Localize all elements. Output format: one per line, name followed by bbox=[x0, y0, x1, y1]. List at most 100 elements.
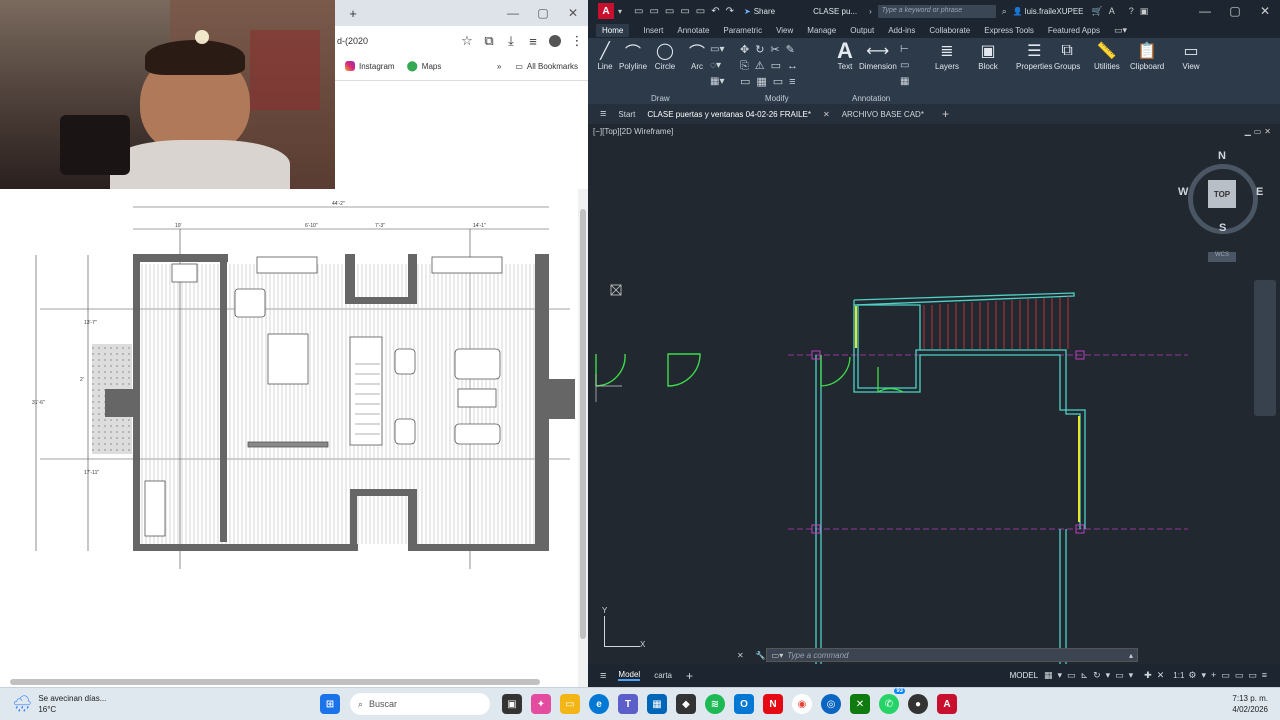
doctab-start[interactable]: Start bbox=[618, 110, 635, 119]
profile-avatar[interactable] bbox=[544, 30, 566, 52]
command-input[interactable]: Type a command bbox=[787, 651, 848, 660]
navigation-bar[interactable] bbox=[1254, 280, 1276, 416]
extensions-icon[interactable]: ⧉ bbox=[478, 30, 500, 52]
star-icon[interactable]: ☆ bbox=[456, 30, 478, 52]
address-bar[interactable]: d-(2020 bbox=[337, 36, 456, 46]
file-explorer-icon[interactable]: ▭ bbox=[560, 694, 580, 714]
command-close-icon[interactable]: ✕ bbox=[737, 651, 744, 660]
properties-button[interactable]: ☰ Properties bbox=[1016, 40, 1052, 71]
acad-minimize-button[interactable]: — bbox=[1190, 4, 1220, 18]
compass-south[interactable]: S bbox=[1219, 222, 1226, 234]
draw-small-tools[interactable]: ▭▾ ◌▾ ▦▾ bbox=[710, 42, 740, 90]
minimize-button[interactable]: — bbox=[498, 6, 528, 20]
workspace-toggles[interactable]: ⚙▾+▭▭▭≡ bbox=[1188, 670, 1272, 681]
maximize-button[interactable]: ▢ bbox=[528, 6, 558, 20]
compass-north[interactable]: N bbox=[1218, 150, 1226, 162]
start-button[interactable]: ⊞ bbox=[320, 694, 340, 714]
drafting-toggles[interactable]: ▦▾▭⊾↻▾▭▾ bbox=[1044, 670, 1138, 681]
playlist-icon[interactable]: ≡ bbox=[522, 30, 544, 52]
tab-collaborate[interactable]: Collaborate bbox=[929, 26, 970, 35]
modify-tools[interactable]: ✥↻✂✎ ⎘⚠▭↔ ▭▦▭≡ bbox=[740, 42, 820, 90]
viewcube[interactable]: N S E W TOP bbox=[1178, 150, 1264, 238]
close-button[interactable]: ✕ bbox=[558, 6, 588, 20]
page-scrollbar-vertical[interactable] bbox=[578, 189, 588, 687]
annotation-small-tools[interactable]: ⊢ ▭ ▦ bbox=[900, 42, 920, 90]
teams-icon[interactable]: T bbox=[618, 694, 638, 714]
compass-west[interactable]: W bbox=[1178, 186, 1188, 198]
hamburger-menu-icon[interactable]: ≡ bbox=[600, 108, 606, 120]
dimension-tool-button[interactable]: ⟷ Dimension bbox=[859, 40, 897, 71]
line-tool-button[interactable]: ╱ Line bbox=[594, 40, 616, 71]
view-button[interactable]: ▭ View bbox=[1180, 40, 1202, 71]
user-account[interactable]: 👤 luis.fraileXUPEE bbox=[1013, 7, 1084, 16]
tab-home[interactable]: Home bbox=[596, 23, 630, 37]
drawing-viewport[interactable]: [−][Top][2D Wireframe] ▁▭✕ N S E W TOP W… bbox=[588, 124, 1280, 664]
compass-east[interactable]: E bbox=[1256, 186, 1263, 198]
add-layout-button[interactable]: + bbox=[686, 669, 693, 683]
menu-icon[interactable]: ⋮ bbox=[566, 30, 588, 52]
annotation-scale[interactable]: 1:1 bbox=[1173, 671, 1184, 680]
tab-insert[interactable]: Insert bbox=[643, 26, 663, 35]
app-cube-icon[interactable]: ◆ bbox=[676, 694, 696, 714]
share-button[interactable]: ➤ Share bbox=[744, 7, 775, 16]
ribbon-toggle-icon[interactable]: ▭▾ bbox=[1114, 25, 1127, 36]
doctab-clase[interactable]: CLASE puertas y ventanas 04-02-26 FRAILE… bbox=[647, 110, 811, 119]
circle-tool-button[interactable]: ◯ Circle bbox=[654, 40, 676, 71]
xbox-icon[interactable]: ✕ bbox=[850, 694, 870, 714]
more-bookmarks-icon[interactable]: » bbox=[497, 62, 501, 71]
layers-button[interactable]: ≣ Layers bbox=[935, 40, 959, 71]
panel-draw-label[interactable]: Draw bbox=[651, 94, 670, 103]
command-history-icon[interactable]: ▭▾ bbox=[772, 651, 784, 660]
edge-icon[interactable]: e bbox=[589, 694, 609, 714]
copilot-icon[interactable]: ✦ bbox=[531, 694, 551, 714]
doctab-archivo[interactable]: ARCHIVO BASE CAD* bbox=[842, 110, 924, 119]
annotation-toggles[interactable]: ✚✕ bbox=[1144, 670, 1169, 681]
spotify-icon[interactable]: ≋ bbox=[705, 694, 725, 714]
new-doctab-button[interactable]: + bbox=[942, 107, 949, 121]
clipboard-button[interactable]: 📋 Clipboard bbox=[1130, 40, 1164, 71]
acad-maximize-button[interactable]: ▢ bbox=[1220, 4, 1250, 18]
all-bookmarks[interactable]: ▭ All Bookmarks bbox=[515, 62, 578, 71]
whatsapp-icon[interactable]: ✆ 93 bbox=[879, 688, 905, 714]
utilities-button[interactable]: 📏 Utilities bbox=[1094, 40, 1120, 71]
tab-carta[interactable]: carta bbox=[654, 671, 672, 680]
obs-icon[interactable]: ● bbox=[908, 694, 928, 714]
tab-express-tools[interactable]: Express Tools bbox=[984, 26, 1034, 35]
clock[interactable]: 7:13 p. m. 4/02/2026 bbox=[1232, 693, 1268, 715]
task-view-icon[interactable]: ▣ bbox=[502, 694, 522, 714]
bookmark-instagram[interactable]: Instagram bbox=[345, 61, 395, 71]
tab-featured-apps[interactable]: Featured Apps bbox=[1048, 26, 1100, 35]
page-scrollbar-horizontal[interactable] bbox=[10, 679, 540, 685]
wcs-menu[interactable]: WCS bbox=[1208, 252, 1236, 262]
command-line[interactable]: ✕ 🔧 ▭▾ Type a command ▴ bbox=[737, 648, 1138, 662]
layout-menu-icon[interactable]: ≡ bbox=[600, 670, 606, 682]
new-tab-button[interactable]: + bbox=[342, 2, 364, 24]
tab-manage[interactable]: Manage bbox=[807, 26, 836, 35]
command-settings-icon[interactable]: 🔧 bbox=[756, 651, 766, 660]
groups-button[interactable]: ⧉ Groups bbox=[1054, 40, 1080, 71]
keyword-search-input[interactable]: Type a keyword or phrase bbox=[877, 4, 996, 18]
weather-widget[interactable]: 🌧 Se avecinan días... 16°C bbox=[12, 693, 122, 715]
tab-annotate[interactable]: Annotate bbox=[677, 26, 709, 35]
app-circle-icon[interactable]: ◎ bbox=[821, 694, 841, 714]
autocad-logo[interactable]: A bbox=[598, 3, 614, 19]
bookmark-maps[interactable]: ⬤ Maps bbox=[407, 61, 442, 72]
outlook-icon[interactable]: O bbox=[734, 694, 754, 714]
model-space-toggle[interactable]: MODEL bbox=[1010, 671, 1038, 680]
tab-model[interactable]: Model bbox=[618, 670, 641, 681]
panel-modify-label[interactable]: Modify bbox=[765, 94, 789, 103]
autodesk-icon[interactable]: A bbox=[1109, 6, 1115, 16]
quick-access-toolbar[interactable]: ▭▭▭▭▭↶↷ bbox=[634, 6, 740, 17]
download-icon[interactable]: ⤓ bbox=[500, 30, 522, 52]
viewcube-top-face[interactable]: TOP bbox=[1208, 180, 1236, 208]
command-expand-icon[interactable]: ▴ bbox=[1129, 651, 1133, 660]
store-icon[interactable]: ▦ bbox=[647, 694, 667, 714]
close-doctab-icon[interactable]: ✕ bbox=[823, 110, 830, 119]
chrome-icon[interactable]: ◉ bbox=[792, 694, 812, 714]
cart-icon[interactable]: 🛒 bbox=[1091, 6, 1102, 17]
netflix-icon[interactable]: N bbox=[763, 694, 783, 714]
text-tool-button[interactable]: A Text bbox=[834, 38, 856, 71]
tab-output[interactable]: Output bbox=[850, 26, 874, 35]
polyline-tool-button[interactable]: ⌒ Polyline bbox=[619, 40, 647, 71]
search-icon[interactable]: ⌕ bbox=[1002, 6, 1007, 17]
